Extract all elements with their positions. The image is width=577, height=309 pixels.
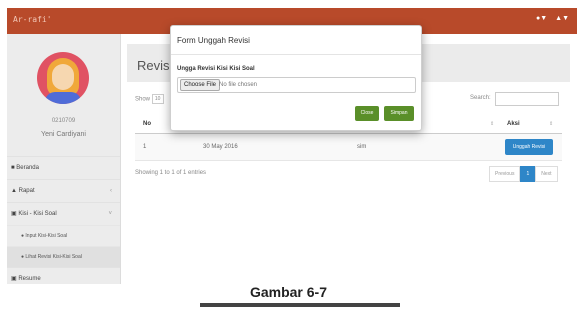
modal-title: Form Unggah Revisi bbox=[177, 36, 250, 45]
row-date: 30 May 2016 bbox=[203, 144, 238, 150]
circle-icon: ● bbox=[21, 233, 25, 239]
table-info: Showing 1 to 1 of 1 entries bbox=[135, 170, 207, 176]
app-brand[interactable]: Ar-rafi' bbox=[13, 15, 52, 24]
avatar-body bbox=[45, 92, 81, 104]
choose-file-button[interactable]: Choose File bbox=[180, 79, 221, 91]
user-icon: ▲ bbox=[11, 188, 17, 194]
search-input[interactable] bbox=[495, 92, 559, 106]
sidebar-subitem-input-kisi-kisi[interactable]: ● Input Kisi-Kisi Soal bbox=[7, 225, 120, 246]
avatar-face bbox=[52, 64, 74, 90]
file-field-label: Ungga Revisi Kisi Kisi Soal bbox=[177, 66, 255, 72]
sort-icon[interactable]: ⇕ bbox=[549, 115, 553, 133]
cropped-caption-line bbox=[200, 303, 400, 309]
sidebar-item-rapat[interactable]: ▲ Rapat ‹ bbox=[7, 179, 120, 202]
book-icon: ▣ bbox=[11, 276, 17, 282]
sidebar-subitem-label: Input Kisi-Kisi Soal bbox=[25, 233, 68, 239]
table-row: 1 30 May 2016 sim Unggah Revisi bbox=[135, 134, 562, 161]
user-name: Yeni Cardiyani bbox=[41, 131, 86, 138]
home-icon: ■ bbox=[11, 165, 15, 171]
chevron-down-icon: ˅ bbox=[108, 211, 112, 217]
sidebar-menu: ■ Beranda ▲ Rapat ‹ ▣ Kisi - Kisi Soal ˅… bbox=[7, 156, 120, 290]
search-label: Search: bbox=[470, 95, 491, 101]
cropped-text-fragment bbox=[200, 303, 400, 309]
modal-divider bbox=[171, 54, 421, 55]
pagination: Previous 1 Next bbox=[489, 166, 558, 182]
navbar-icons: ●▼ ▲▼ bbox=[536, 15, 569, 22]
upload-revisi-modal: Form Unggah Revisi Ungga Revisi Kisi Kis… bbox=[170, 25, 422, 131]
figure-caption: Gambar 6-7 bbox=[249, 284, 328, 300]
show-label: Show bbox=[135, 96, 151, 103]
sidebar: 0210709 Yeni Cardiyani ■ Beranda ▲ Rapat… bbox=[7, 34, 121, 284]
column-header-no[interactable]: No bbox=[143, 115, 151, 133]
row-no: 1 bbox=[143, 144, 147, 150]
book-icon: ▣ bbox=[11, 211, 17, 217]
pagination-page[interactable]: 1 bbox=[520, 166, 536, 182]
sidebar-item-label: Resume bbox=[18, 276, 41, 282]
pagination-next[interactable]: Next bbox=[535, 166, 558, 182]
circle-icon: ● bbox=[21, 254, 25, 260]
pagination-previous[interactable]: Previous bbox=[489, 166, 521, 182]
sidebar-subitem-label: Lihat Revisi Kisi-Kisi Soal bbox=[25, 254, 82, 260]
column-header-aksi[interactable]: Aksi bbox=[507, 115, 520, 133]
file-status: No file chosen bbox=[219, 82, 258, 88]
sort-icon[interactable]: ⇕ bbox=[490, 115, 494, 133]
sidebar-subitem-lihat-revisi[interactable]: ● Lihat Revisi Kisi-Kisi Soal bbox=[7, 246, 120, 267]
close-button[interactable]: Close bbox=[355, 106, 379, 121]
file-input[interactable]: Choose File No file chosen bbox=[177, 77, 416, 93]
user-menu-icon[interactable]: ▲▼ bbox=[555, 15, 569, 22]
sidebar-item-kisi-kisi-soal[interactable]: ▣ Kisi - Kisi Soal ˅ bbox=[7, 202, 120, 225]
notification-icon[interactable]: ●▼ bbox=[536, 15, 547, 22]
chevron-left-icon: ‹ bbox=[110, 188, 112, 194]
entries-select[interactable]: 10 bbox=[151, 94, 164, 104]
sidebar-item-label: Rapat bbox=[18, 188, 35, 194]
row-note: sim bbox=[357, 144, 367, 150]
sidebar-item-label: Beranda bbox=[16, 165, 39, 171]
sidebar-item-label: Kisi - Kisi Soal bbox=[18, 211, 57, 217]
sidebar-item-beranda[interactable]: ■ Beranda bbox=[7, 156, 120, 179]
avatar bbox=[37, 52, 89, 104]
unggah-revisi-button[interactable]: Unggah Revisi bbox=[505, 139, 553, 155]
user-id: 0210709 bbox=[51, 118, 76, 124]
save-button[interactable]: Simpan bbox=[384, 106, 414, 121]
